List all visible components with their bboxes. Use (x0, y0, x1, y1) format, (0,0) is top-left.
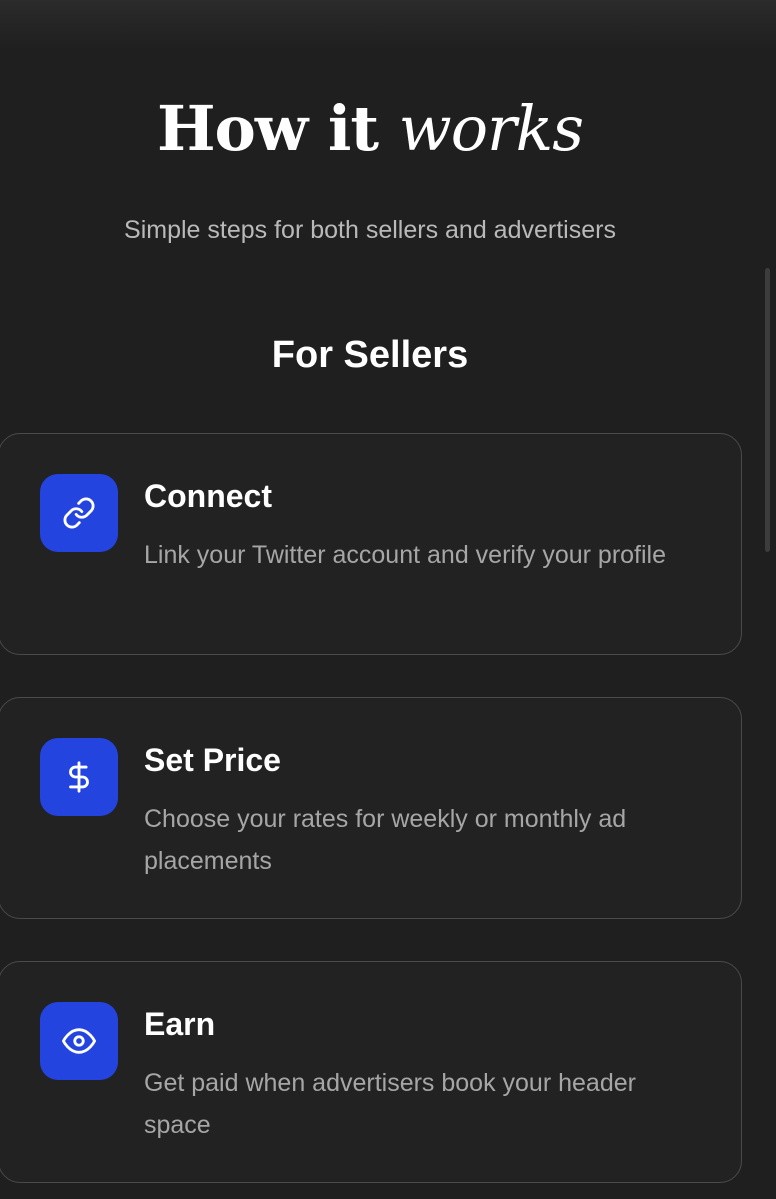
step-card-set-price: Set Price Choose your rates for weekly o… (0, 697, 742, 919)
step-description: Link your Twitter account and verify you… (144, 541, 667, 569)
top-bar-shadow (0, 0, 776, 50)
step-title: Connect (144, 478, 272, 514)
dollar-icon (40, 738, 118, 816)
section-title-for-sellers: For Sellers (271, 334, 469, 376)
page-subtitle: Simple steps for both sellers and advert… (124, 216, 616, 244)
page-title-plain: How it (156, 92, 379, 165)
page-title-emphasis: works (398, 92, 584, 165)
step-title: Earn (144, 1006, 216, 1042)
scrollbar-thumb[interactable] (765, 268, 770, 552)
step-card-earn: Earn Get paid when advertisers book your… (0, 961, 742, 1183)
step-title: Set Price (144, 742, 281, 778)
step-description: Get paid when advertisers book your head… (144, 1069, 636, 1139)
page-title: How it works (0, 92, 740, 165)
eye-icon (40, 1002, 118, 1080)
step-card-connect: Connect Link your Twitter account and ve… (0, 433, 742, 655)
step-description: Choose your rates for weekly or monthly … (144, 805, 627, 875)
link-icon (40, 474, 118, 552)
